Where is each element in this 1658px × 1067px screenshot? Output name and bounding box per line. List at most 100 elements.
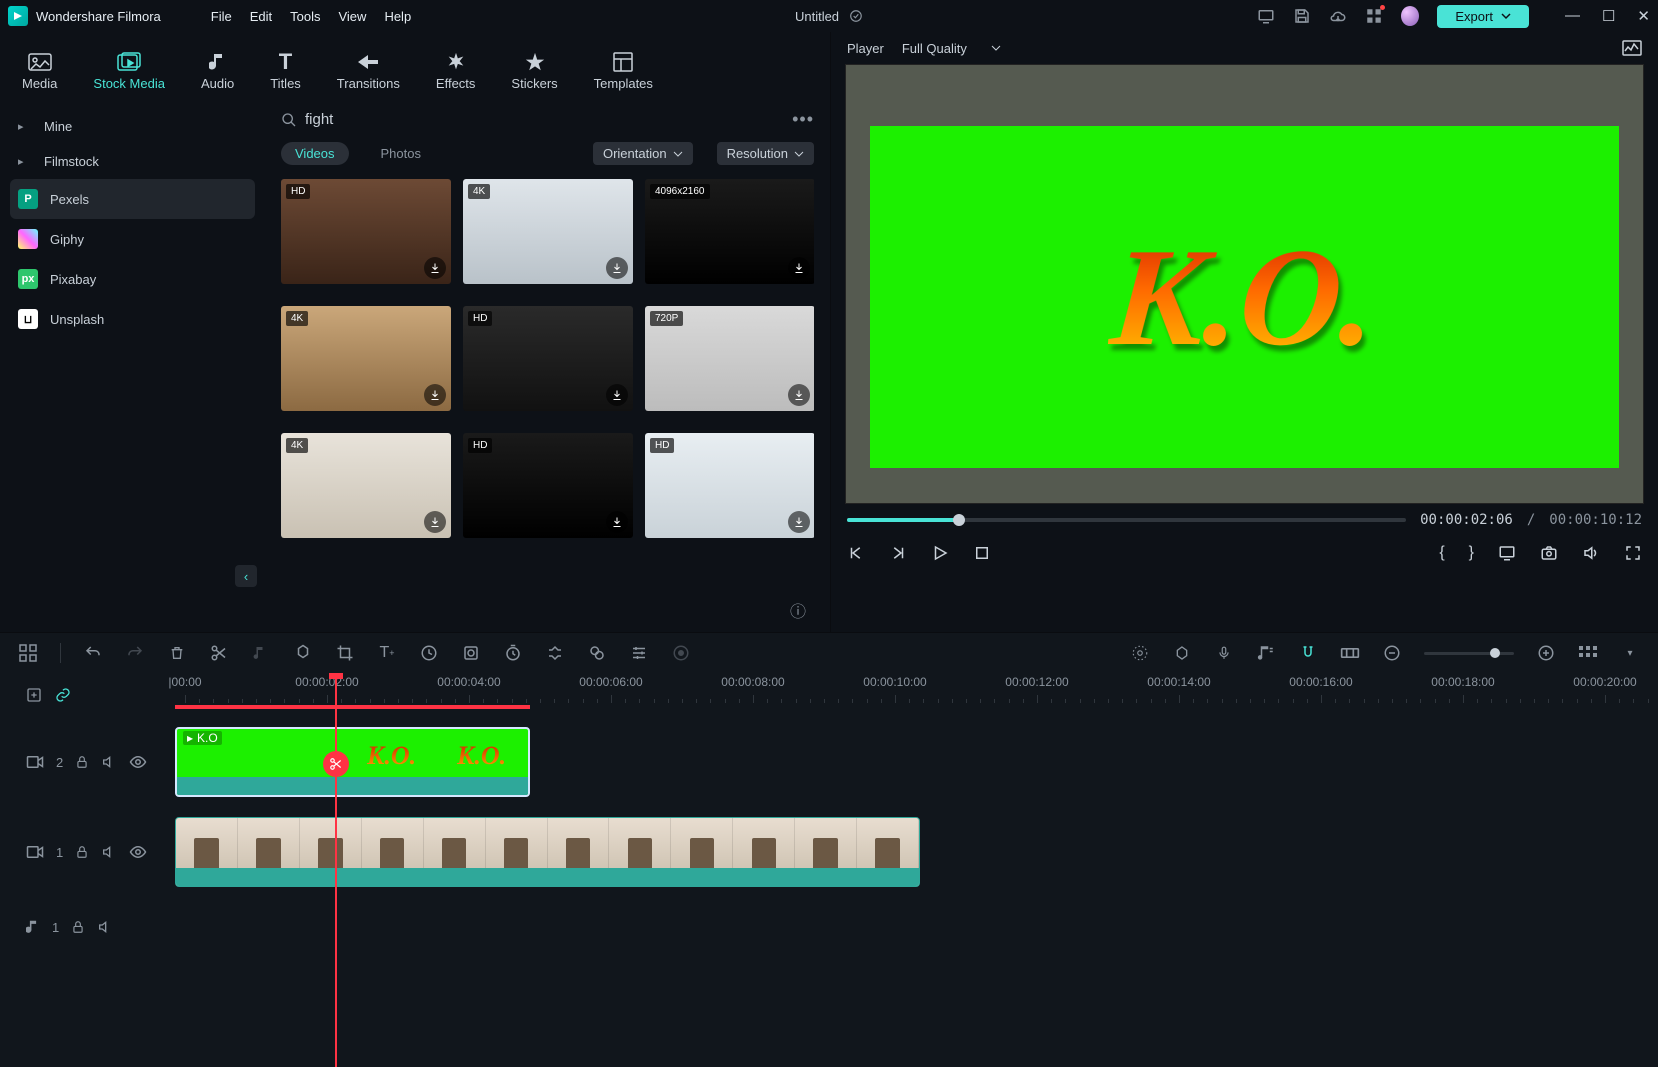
sidebar-item-mine[interactable]: ▸Mine [0,109,265,144]
prev-frame-button[interactable] [847,544,865,562]
menu-edit[interactable]: Edit [250,9,272,24]
lock-icon[interactable] [71,919,85,935]
stock-thumbnail[interactable]: 4096x2160 [645,179,814,284]
avatar[interactable] [1401,7,1419,25]
sidebar-item-pixabay[interactable]: pxPixabay [0,259,265,299]
stock-thumbnail[interactable]: HD [463,306,633,411]
clip-unnamed[interactable]: ▸unnamed [175,817,920,887]
clip-ko[interactable]: ▸K.O K.O. K.O. [175,727,530,797]
sidebar-collapse-button[interactable]: ‹ [235,565,257,587]
filter-photos[interactable]: Photos [367,142,435,165]
download-icon[interactable] [606,257,628,279]
stock-thumbnail[interactable]: HD [463,433,633,538]
resolution-dropdown[interactable]: Resolution [717,142,814,165]
render-icon[interactable] [1130,643,1150,663]
time-ruler[interactable]: |00:0000:00:02:0000:00:04:0000:00:06:000… [175,673,1658,717]
lock-icon[interactable] [75,844,89,860]
zoom-slider[interactable] [1424,652,1514,655]
marker-icon[interactable] [293,643,313,663]
menu-tools[interactable]: Tools [290,9,320,24]
tab-titles[interactable]: TTitles [266,48,305,95]
stock-thumbnail[interactable]: HD [645,433,814,538]
mute-icon[interactable] [101,844,117,860]
playhead-line[interactable] [335,673,337,1067]
select-tool-icon[interactable] [18,643,38,663]
text-tool-icon[interactable]: T+ [377,643,397,663]
add-track-icon[interactable] [26,687,42,703]
mixer-icon[interactable] [1256,643,1276,663]
close-button[interactable]: ✕ [1637,7,1650,25]
mark-out-icon[interactable]: } [1469,544,1474,562]
preview-viewport[interactable]: K.O. [845,64,1644,504]
playhead-handle[interactable] [329,673,343,679]
crop-icon[interactable] [335,643,355,663]
adjust-icon[interactable] [629,643,649,663]
zoom-in-icon[interactable] [1536,643,1556,663]
lock-icon[interactable] [75,754,89,770]
stock-thumbnail[interactable]: 4K [463,179,633,284]
volume-icon[interactable] [1582,544,1600,562]
stock-thumbnail[interactable]: 4K [281,433,451,538]
fullscreen-icon[interactable] [1624,544,1642,562]
play-button[interactable] [931,544,949,562]
visibility-icon[interactable] [129,845,147,859]
minimize-button[interactable]: — [1565,7,1580,25]
zoom-knob[interactable] [1490,648,1500,658]
device-icon[interactable] [1257,7,1275,25]
mute-icon[interactable] [97,919,113,935]
link-tracks-icon[interactable] [54,687,72,703]
visibility-icon[interactable] [129,755,147,769]
delete-icon[interactable] [167,643,187,663]
split-icon[interactable] [209,643,229,663]
export-button[interactable]: Export [1437,5,1529,28]
tab-templates[interactable]: Templates [590,48,657,95]
split-marker-icon[interactable] [323,751,349,777]
more-options-icon[interactable]: ••• [792,109,814,130]
scopes-icon[interactable] [1622,40,1642,56]
cloud-icon[interactable] [1329,7,1347,25]
record-indicator-icon[interactable] [671,643,691,663]
view-mode-caret-icon[interactable]: ▾ [1620,643,1640,663]
info-warning-icon[interactable]: ⓘ [790,598,806,622]
menu-view[interactable]: View [338,9,366,24]
apps-icon[interactable] [1365,7,1383,25]
redo-icon[interactable] [125,643,145,663]
display-icon[interactable] [1498,544,1516,562]
download-icon[interactable] [606,384,628,406]
mark-in-icon[interactable]: { [1439,544,1444,562]
sidebar-item-giphy[interactable]: Giphy [0,219,265,259]
track-area[interactable]: |00:0000:00:02:0000:00:04:0000:00:06:000… [175,673,1658,1067]
menu-help[interactable]: Help [384,9,411,24]
search-input[interactable] [305,111,792,128]
ripple-icon[interactable] [1340,643,1360,663]
stock-thumbnail[interactable]: 720P [645,306,814,411]
stop-button[interactable] [973,544,991,562]
tab-effects[interactable]: Effects [432,48,480,95]
view-mode-icon[interactable] [1578,643,1598,663]
download-icon[interactable] [788,257,810,279]
zoom-out-icon[interactable] [1382,643,1402,663]
marker-add-icon[interactable] [1172,643,1192,663]
next-frame-button[interactable] [889,544,907,562]
menu-file[interactable]: File [211,9,232,24]
duration-icon[interactable] [503,643,523,663]
audio-detach-icon[interactable] [251,643,271,663]
mute-icon[interactable] [101,754,117,770]
sidebar-item-unsplash[interactable]: ⊔Unsplash [0,299,265,339]
sidebar-item-pexels[interactable]: PPexels [10,179,255,219]
tab-stickers[interactable]: Stickers [507,48,561,95]
tab-stock-media[interactable]: Stock Media [89,48,169,95]
orientation-dropdown[interactable]: Orientation [593,142,693,165]
sidebar-item-filmstock[interactable]: ▸Filmstock [0,144,265,179]
filter-videos[interactable]: Videos [281,142,349,165]
stock-thumbnail[interactable]: 4K [281,306,451,411]
tab-transitions[interactable]: Transitions [333,48,404,95]
maximize-button[interactable]: ☐ [1602,7,1615,25]
seek-knob[interactable] [953,514,965,526]
tab-audio[interactable]: Audio [197,48,238,95]
download-icon[interactable] [424,384,446,406]
magnetic-icon[interactable] [1298,643,1318,663]
save-icon[interactable] [1293,7,1311,25]
keyframe-icon[interactable] [545,643,565,663]
download-icon[interactable] [424,511,446,533]
